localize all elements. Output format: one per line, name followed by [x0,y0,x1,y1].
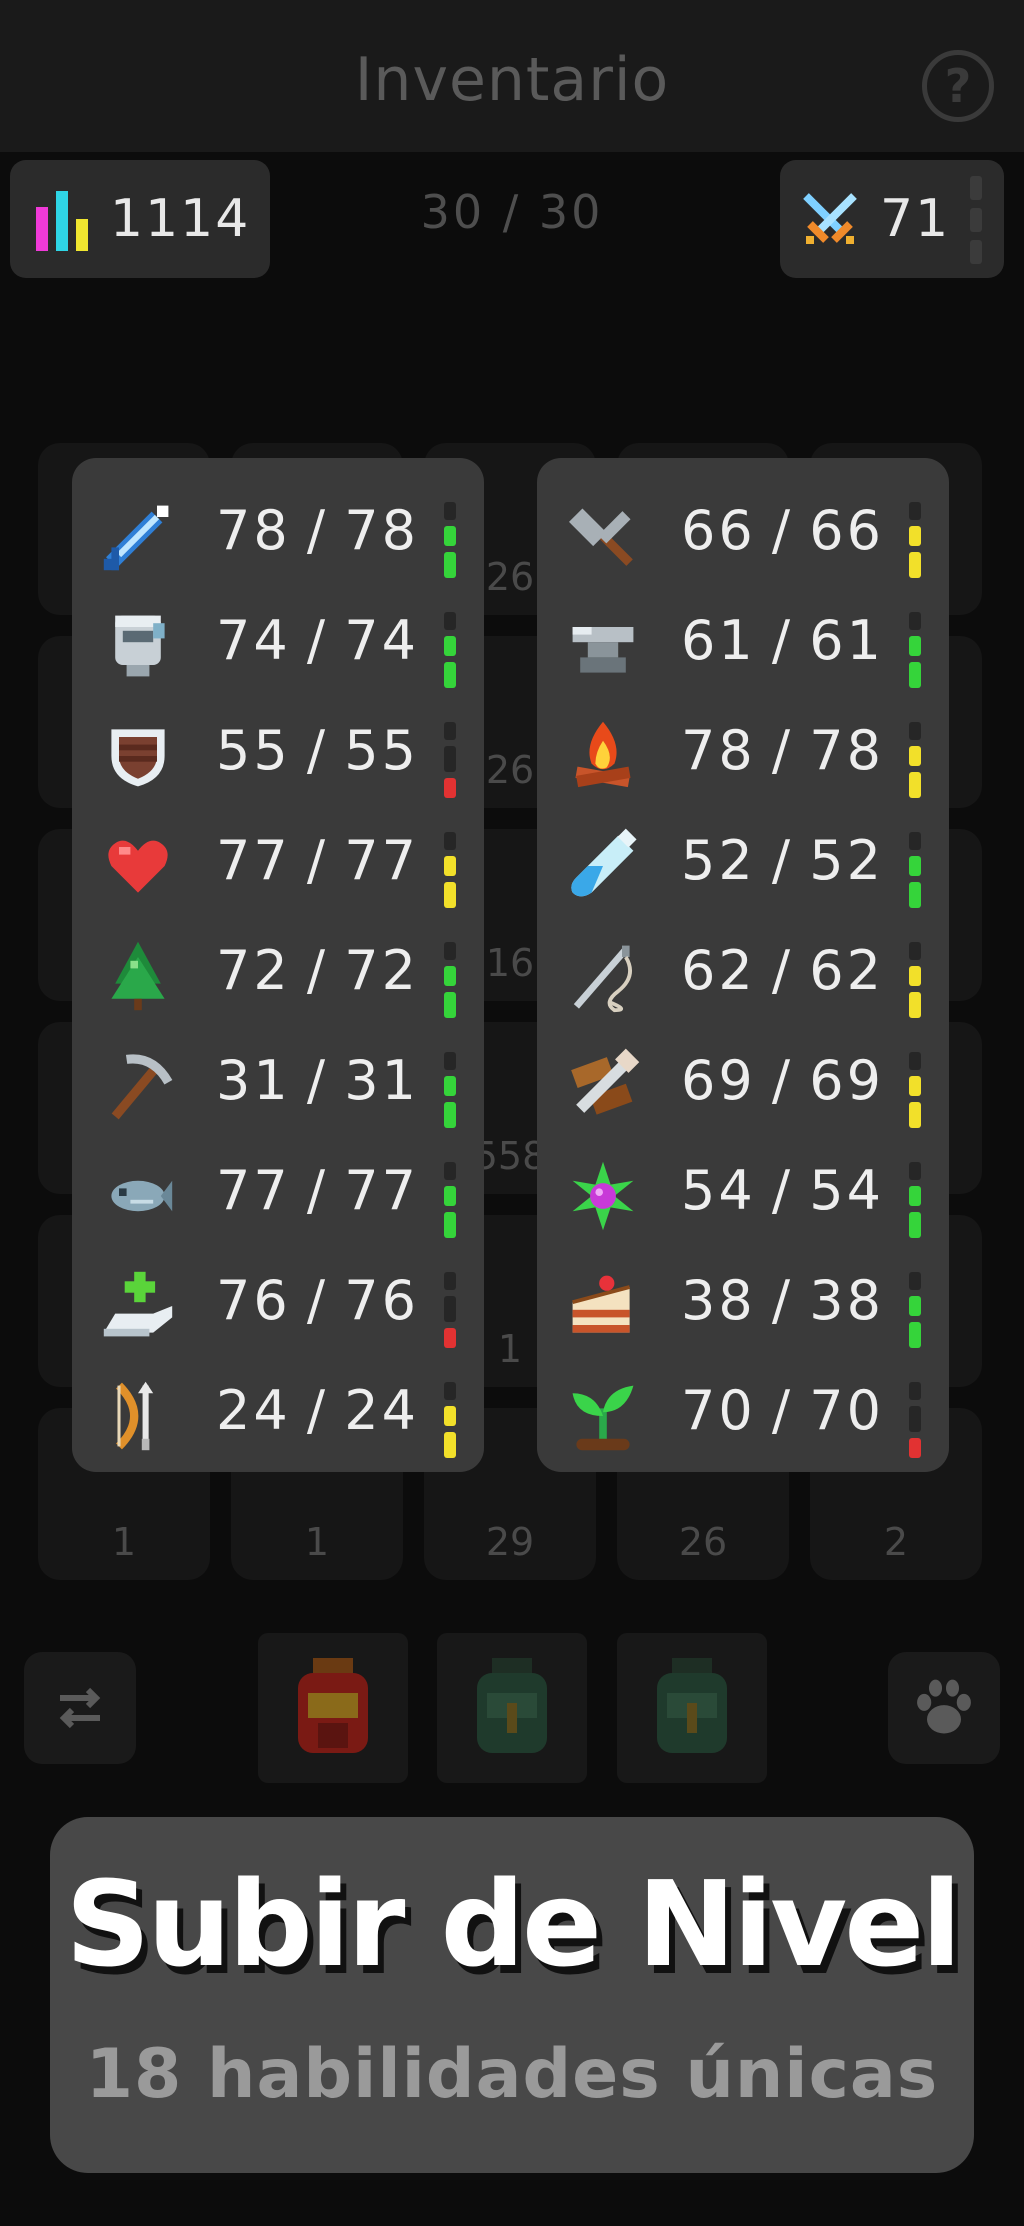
skill-row[interactable]: 55 / 55 [72,696,484,806]
cake-icon [572,1275,631,1333]
skill-row[interactable]: 77 / 77 [72,806,484,916]
skill-row[interactable]: 31 / 31 [72,1026,484,1136]
question-circle-icon[interactable]: ? [922,50,994,122]
skill-row[interactable]: 69 / 69 [537,1026,949,1136]
skill-level: 66 / 66 [681,499,884,562]
pickaxe-icon [111,1054,173,1120]
green-backpack-icon [477,1658,547,1753]
green-backpack-icon [657,1658,727,1753]
hammer-icon [568,508,633,566]
slot-count: 29 [485,1520,535,1564]
potion-vial-icon [571,828,637,897]
skill-progress-meter [444,612,456,688]
backpack-slot-3[interactable] [617,1633,767,1783]
skill-level: 24 / 24 [216,1379,419,1442]
banner-title: Subir de Nivel [65,1855,961,1993]
skill-row[interactable]: 77 / 77 [72,1136,484,1246]
banner-subtitle: 18 habilidades únicas [85,2035,939,2114]
sprout-icon [572,1385,634,1451]
skill-row[interactable]: 54 / 54 [537,1136,949,1246]
pet-button[interactable] [888,1652,1000,1764]
combat-level-value: 71 [880,189,951,249]
skill-progress-meter [909,832,921,908]
skill-level: 38 / 38 [681,1269,884,1332]
skill-progress-meter [444,1052,456,1128]
magic-gem-icon [572,1161,634,1231]
skill-level: 77 / 77 [216,1159,419,1222]
skill-progress-meter [444,722,456,798]
slot-count: 2 [883,1520,909,1564]
swap-arrows-icon [59,1687,101,1729]
healing-hand-icon [103,1271,173,1337]
helmet-icon [115,615,165,677]
slot-count: 1 [111,1520,137,1564]
skill-level: 78 / 78 [216,499,419,562]
bow-icon [115,1381,154,1451]
skill-progress-meter [444,1272,456,1348]
heart-icon [108,840,168,893]
skill-progress-meter [909,502,921,578]
backpack-slot-2[interactable] [437,1633,587,1783]
skill-row[interactable]: 66 / 66 [537,476,949,586]
slot-count: 1 [304,1520,330,1564]
red-backpack-icon [298,1658,368,1753]
skill-level: 78 / 78 [681,719,884,782]
skill-row[interactable]: 70 / 70 [537,1356,949,1466]
saw-wood-icon [571,1048,640,1115]
fish-icon [111,1180,173,1212]
skill-level: 31 / 31 [216,1049,419,1112]
level-progress-meter [970,176,982,272]
campfire-icon [575,721,631,788]
paw-icon [917,1679,971,1734]
sword-icon [103,505,169,571]
swap-button[interactable] [24,1652,136,1764]
skill-level: 52 / 52 [681,829,884,892]
crossed-swords-icon [803,193,857,244]
skill-row[interactable]: 78 / 78 [537,696,949,806]
skill-level: 69 / 69 [681,1049,884,1112]
skill-progress-meter [909,1382,921,1458]
skill-level: 54 / 54 [681,1159,884,1222]
combat-level-box[interactable]: 71 [780,160,1004,278]
skill-progress-meter [444,832,456,908]
skill-row[interactable]: 38 / 38 [537,1246,949,1356]
skill-progress-meter [444,1162,456,1238]
skill-progress-meter [444,502,456,578]
skill-level: 72 / 72 [216,939,419,1002]
skill-progress-meter [909,722,921,798]
shield-icon [111,729,165,787]
skill-progress-meter [444,942,456,1018]
skill-row[interactable]: 61 / 61 [537,586,949,696]
skill-row[interactable]: 78 / 78 [72,476,484,586]
slot-count: 26 [678,1520,728,1564]
page-title: Inventario [354,45,670,115]
skill-progress-meter [909,612,921,688]
skill-progress-meter [909,1052,921,1128]
skill-row[interactable]: 52 / 52 [537,806,949,916]
skill-row[interactable]: 62 / 62 [537,916,949,1026]
skill-progress-meter [909,1162,921,1238]
skill-progress-meter [444,1382,456,1458]
skill-progress-meter [909,1272,921,1348]
skill-level: 70 / 70 [681,1379,884,1442]
skill-row[interactable]: 74 / 74 [72,586,484,696]
anvil-icon [572,627,634,673]
backpack-slot-1[interactable] [258,1633,408,1783]
skill-level: 77 / 77 [216,829,419,892]
skills-panel-left: 78 / 78 74 / 74 55 / 55 77 / 77 72 / 72 31 / … [72,458,484,1472]
skill-level: 55 / 55 [216,719,419,782]
tree-icon [111,941,165,1011]
skill-progress-meter [909,942,921,1018]
skill-row[interactable]: 76 / 76 [72,1246,484,1356]
needle-thread-icon [573,945,632,1013]
promo-banner: Subir de Nivel 18 habilidades únicas [50,1817,974,2173]
skill-level: 61 / 61 [681,609,884,672]
skill-level: 62 / 62 [681,939,884,1002]
skill-level: 76 / 76 [216,1269,419,1332]
skill-row[interactable]: 24 / 24 [72,1356,484,1466]
skill-row[interactable]: 72 / 72 [72,916,484,1026]
skill-level: 74 / 74 [216,609,419,672]
skills-panel-right: 66 / 66 61 / 61 78 / 78 52 / 52 62 / 62 69 / … [537,458,949,1472]
